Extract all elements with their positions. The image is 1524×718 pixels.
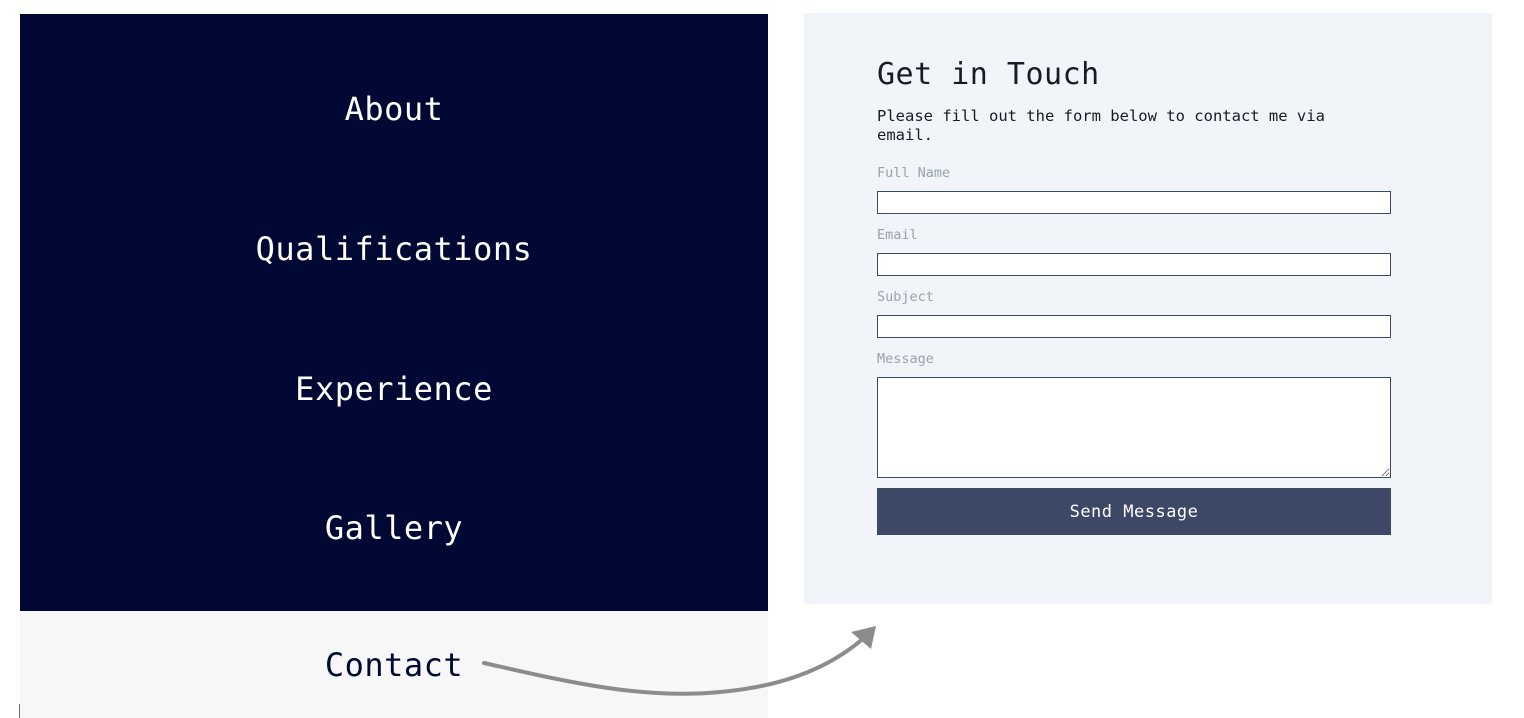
subject-input[interactable] [877,315,1391,338]
side-navigation: About Qualifications Experience Gallery … [20,14,768,718]
send-message-button[interactable]: Send Message [877,488,1391,535]
subject-label: Subject [877,289,934,305]
divider [19,704,20,718]
form-title: Get in Touch [877,57,1100,92]
nav-item-qualifications[interactable]: Qualifications [20,179,768,319]
full-name-label: Full Name [877,165,951,181]
nav-item-gallery[interactable]: Gallery [20,458,768,598]
nav-item-contact[interactable]: Contact [20,611,768,718]
contact-form-panel: Get in Touch Please fill out the form be… [804,13,1492,604]
message-textarea[interactable] [877,377,1391,478]
email-input[interactable] [877,253,1391,276]
nav-item-experience[interactable]: Experience [20,319,768,459]
message-label: Message [877,351,934,367]
full-name-input[interactable] [877,191,1391,214]
email-label: Email [877,227,918,243]
nav-item-about[interactable]: About [20,39,768,179]
form-description: Please fill out the form below to contac… [877,107,1325,144]
